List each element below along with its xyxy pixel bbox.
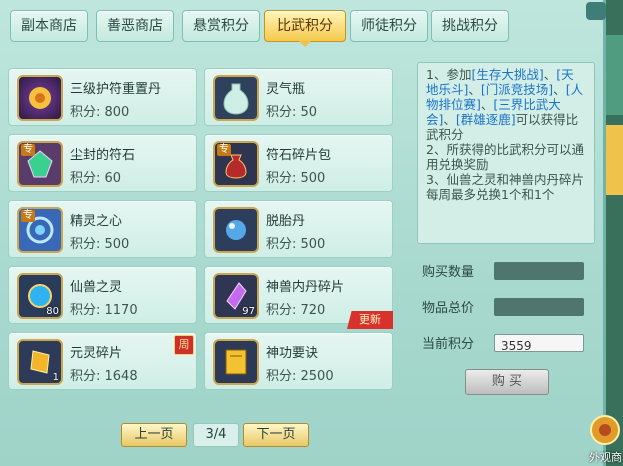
info-link[interactable]: [生存大挑战] xyxy=(471,67,543,82)
page-indicator: 3/4 xyxy=(193,423,239,447)
item-price: 积分: 1170 xyxy=(70,303,138,318)
quantity-input[interactable] xyxy=(494,262,584,280)
tab-karma-shop[interactable]: 善恶商店 xyxy=(96,10,174,42)
item-price: 积分: 500 xyxy=(266,237,326,252)
shop-emblem-icon xyxy=(590,415,620,445)
info-text: 2、所获得的比武积分可以通用兑换奖励 xyxy=(426,142,584,172)
item-name: 尘封的符石 xyxy=(70,148,136,163)
item-grid: 三级护符重置丹 积分: 800 灵气瓶 积分: 50 专 尘封的符石 积分: 6… xyxy=(8,60,410,390)
pill-icon xyxy=(213,207,259,253)
list-item[interactable]: 97 神兽内丹碎片 积分: 720 更新 xyxy=(204,266,393,329)
total-label: 物品总价 xyxy=(422,301,475,316)
info-panel: 1、参加[生存大挑战]、[天地乐斗]、[门派竞技场]、[人物排位赛]、[三界比武… xyxy=(417,62,595,244)
prev-page-button[interactable]: 上一页 xyxy=(121,423,187,447)
item-name: 灵气瓶 xyxy=(266,82,306,97)
list-item[interactable]: 三级护符重置丹 积分: 800 xyxy=(8,68,197,126)
item-count: 1 xyxy=(52,372,59,383)
next-page-button[interactable]: 下一页 xyxy=(243,423,309,447)
qty-label: 购买数量 xyxy=(422,265,475,280)
item-name: 三级护符重置丹 xyxy=(70,82,162,97)
item-price: 积分: 1648 xyxy=(70,369,138,384)
list-item[interactable]: 专 精灵之心 积分: 500 xyxy=(8,200,197,258)
item-count: 97 xyxy=(242,306,255,317)
list-item[interactable]: 专 符石碎片包 积分: 500 xyxy=(204,134,393,192)
list-item[interactable]: 神功要诀 积分: 2500 xyxy=(204,332,393,390)
item-name: 脱胎丹 xyxy=(266,214,306,229)
side-panel xyxy=(606,0,623,466)
item-name: 元灵碎片 xyxy=(70,346,123,361)
crystal-icon: 97 xyxy=(213,273,259,319)
item-price: 积分: 60 xyxy=(70,171,122,186)
item-name: 仙兽之灵 xyxy=(70,280,123,295)
item-price: 积分: 720 xyxy=(266,303,326,318)
item-count: 80 xyxy=(46,306,59,317)
side-tab-gold-shop[interactable] xyxy=(606,35,623,115)
gem-icon: 专 xyxy=(17,141,63,187)
item-name: 神兽内丹碎片 xyxy=(266,280,345,295)
list-item[interactable]: 脱胎丹 积分: 500 xyxy=(204,200,393,258)
item-name: 符石碎片包 xyxy=(266,148,332,163)
tab-mentor-points[interactable]: 师徒积分 xyxy=(350,10,428,42)
current-points-value: 3559 xyxy=(501,339,532,353)
lotus-icon xyxy=(17,75,63,121)
info-link[interactable]: [门派竞技场] xyxy=(481,82,553,97)
tab-challenge-points[interactable]: 挑战积分 xyxy=(431,10,509,42)
tab-dungeon-shop[interactable]: 副本商店 xyxy=(10,10,88,42)
weekly-badge: 周 xyxy=(174,335,194,355)
current-points-field: 3559 xyxy=(494,334,584,353)
list-item[interactable]: 1 元灵碎片 积分: 1648 周 xyxy=(8,332,197,390)
item-price: 积分: 2500 xyxy=(266,369,334,384)
total-price-field xyxy=(494,298,584,316)
vase-icon xyxy=(213,75,259,121)
orb-icon: 80 xyxy=(17,273,63,319)
exclusive-tag: 专 xyxy=(21,210,35,222)
side-tab-points-shop[interactable] xyxy=(606,125,623,195)
close-icon[interactable] xyxy=(586,2,606,20)
info-text: 3、仙兽之灵和神兽内丹碎片每周最多兑换1个和1个 xyxy=(426,172,584,202)
list-item[interactable]: 灵气瓶 积分: 50 xyxy=(204,68,393,126)
tab-arena-points[interactable]: 比武积分 xyxy=(264,10,346,47)
list-item[interactable]: 专 尘封的符石 积分: 60 xyxy=(8,134,197,192)
shop-window: 副本商店 善恶商店 悬赏积分 比武积分 师徒积分 挑战积分 三级护符重置丹 积分… xyxy=(0,0,606,466)
info-text: 1、参加 xyxy=(426,67,472,82)
item-price: 积分: 50 xyxy=(266,105,318,120)
appearance-shop-label: 外观商 xyxy=(589,451,622,464)
tab-bounty-points[interactable]: 悬赏积分 xyxy=(182,10,260,42)
new-badge: 更新 xyxy=(347,311,393,329)
buy-button[interactable]: 购 买 xyxy=(465,369,549,395)
exclusive-tag: 专 xyxy=(21,144,35,156)
item-price: 积分: 800 xyxy=(70,105,130,120)
item-name: 精灵之心 xyxy=(70,214,123,229)
appearance-shop-button[interactable]: 外观商 xyxy=(585,410,623,466)
info-link[interactable]: [群雄逐鹿] xyxy=(456,112,516,127)
item-name: 神功要诀 xyxy=(266,346,319,361)
bag-icon: 专 xyxy=(213,141,259,187)
item-price: 积分: 500 xyxy=(70,237,130,252)
book-icon xyxy=(213,339,259,385)
amber-shard-icon: 1 xyxy=(17,339,63,385)
item-price: 积分: 500 xyxy=(266,171,326,186)
exclusive-tag: 专 xyxy=(217,144,231,156)
current-points-label: 当前积分 xyxy=(422,337,475,352)
spirit-heart-icon: 专 xyxy=(17,207,63,253)
list-item[interactable]: 80 仙兽之灵 积分: 1170 xyxy=(8,266,197,324)
